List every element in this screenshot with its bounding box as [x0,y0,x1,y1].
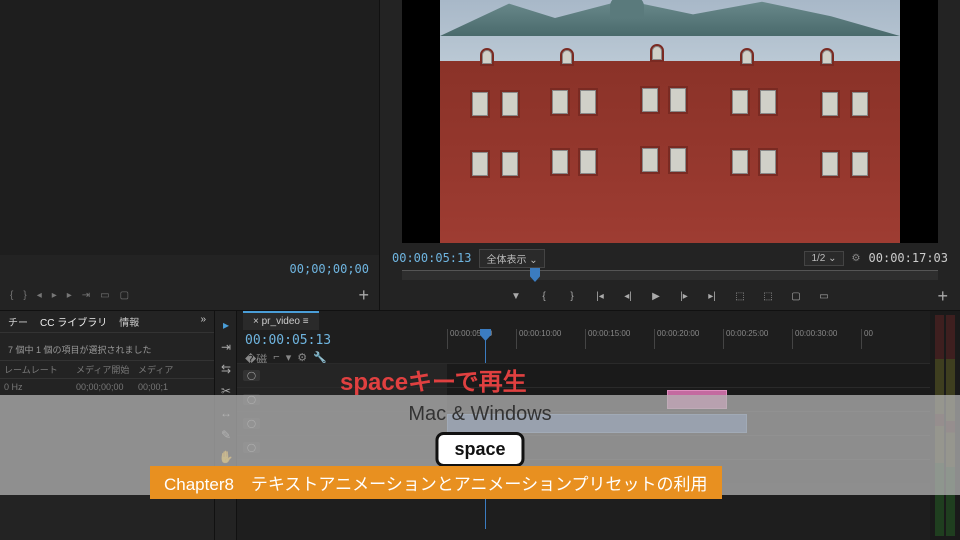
step-back-icon[interactable]: ◂ [37,290,42,301]
go-in-icon[interactable]: |◂ [593,291,607,302]
comparison-icon[interactable]: ▭ [817,291,831,302]
source-panel: 00;00;00;00 { } ◂ ▸ ▸ ⇥ ▭ ▢ + [0,0,380,310]
insert-icon[interactable]: ⇥ [82,290,90,301]
overlay-caption: spaceキーで再生 [340,362,527,397]
project-row[interactable]: 0 Hz 00;00;00;00 00;00;1 [0,379,214,395]
tab-prev[interactable]: チー [8,314,28,329]
step-fwd-icon[interactable]: ▸ [67,290,72,301]
selection-tool-icon[interactable]: ▸ [218,317,234,333]
go-out-icon[interactable]: ▸| [705,291,719,302]
program-playhead-icon[interactable] [530,268,540,282]
program-panel: 00:00:05:13 全体表示 ⌄ 1/2 ⌄ ⚙ 00:00:17:03 ▼… [380,0,960,310]
export-frame-icon[interactable]: ▢ [120,290,129,301]
settings-icon[interactable]: ⚙ [852,253,861,264]
tab-info[interactable]: 情報 [119,314,139,329]
add-button-icon[interactable]: + [358,285,369,306]
overwrite-icon[interactable]: ▭ [100,290,109,301]
program-viewer [402,0,938,243]
zoom-dropdown[interactable]: 1/2 ⌄ [804,251,843,266]
source-transport: { } ◂ ▸ ▸ ⇥ ▭ ▢ + [0,280,379,310]
add-marker-icon[interactable]: ▼ [509,291,523,302]
source-timecode: 00;00;00;00 [290,262,369,276]
ripple-tool-icon[interactable]: ⇆ [218,361,234,377]
play-icon[interactable]: ▸ [52,290,57,301]
track-toggle[interactable]: ◯ [243,370,260,381]
tab-cc-library[interactable]: CC ライブラリ [40,314,107,329]
program-ruler[interactable] [402,270,938,280]
sequence-tab[interactable]: × pr_video ≡ [243,311,319,330]
mark-in-icon[interactable]: { [537,291,551,302]
project-headers: レームレート メディア開始 メディア [0,360,214,379]
mark-out-icon[interactable]: } [565,291,579,302]
mark-out-icon[interactable]: } [23,290,26,301]
play-icon[interactable]: ▶ [649,291,663,302]
step-fwd-icon[interactable]: |▸ [677,291,691,302]
panel-menu-icon[interactable]: » [200,314,206,329]
timeline-timecode[interactable]: 00:00:05:13 [245,333,331,348]
program-timecode: 00:00:05:13 [392,251,471,265]
lift-icon[interactable]: ⬚ [733,291,747,302]
program-out-timecode: 00:00:17:03 [869,251,948,265]
overlay-keycap: space [435,432,524,467]
extract-icon[interactable]: ⬚ [761,291,775,302]
add-button-icon[interactable]: + [937,286,948,307]
export-frame-icon[interactable]: ▢ [789,291,803,302]
overlay-platform: Mac & Windows [0,403,960,426]
source-viewer [0,0,379,255]
timeline-ruler[interactable]: 00:00:05:00 00:00:10:00 00:00:15:00 00:0… [447,329,930,349]
track-select-tool-icon[interactable]: ⇥ [218,339,234,355]
selection-info: 7 個中 1 個の項目が選択されました [0,333,214,360]
fit-dropdown[interactable]: 全体表示 ⌄ [479,249,544,268]
overlay-chapter: Chapter8 テキストアニメーションとアニメーションプリセットの利用 [150,466,722,499]
mark-in-icon[interactable]: { [10,290,13,301]
step-back-icon[interactable]: ◂| [621,291,635,302]
